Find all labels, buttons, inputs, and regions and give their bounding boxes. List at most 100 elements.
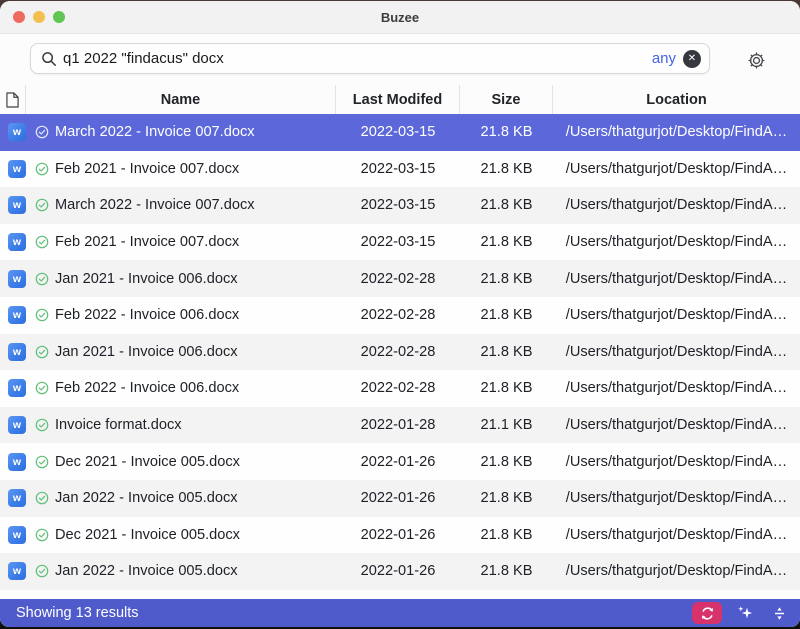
search-box: any ✕ — [30, 43, 710, 74]
file-icon-cell: w — [0, 233, 26, 251]
ai-sparkles-button[interactable] — [734, 602, 756, 624]
table-row[interactable]: w Jan 2022 - Invoice 005.docx 2022-01-26… — [0, 480, 800, 517]
table-row[interactable]: w Dec 2021 - Invoice 005.docx 2022-01-26… — [0, 443, 800, 480]
column-header-location[interactable]: Location — [553, 85, 800, 114]
table-row[interactable]: w Invoice format.docx 2022-01-28 21.1 KB… — [0, 407, 800, 444]
traffic-lights — [13, 11, 65, 23]
modified-cell: 2022-01-26 — [336, 454, 460, 470]
scope-filter-link[interactable]: any — [652, 50, 676, 67]
search-input[interactable] — [57, 50, 652, 67]
file-name: March 2022 - Invoice 007.docx — [55, 197, 255, 213]
status-actions — [692, 602, 790, 624]
table-row[interactable]: w March 2022 - Invoice 007.docx 2022-03-… — [0, 114, 800, 151]
table-row[interactable]: w Jan 2021 - Invoice 006.docx 2022-02-28… — [0, 260, 800, 297]
size-cell: 21.8 KB — [460, 307, 553, 323]
word-docx-icon: w — [8, 270, 26, 288]
table-row[interactable]: w Feb 2021 - Invoice 007.docx 2022-03-15… — [0, 151, 800, 188]
table-header: Name Last Modifed Size Location — [0, 85, 800, 114]
table-row[interactable]: w Jan 2021 - Invoice 006.docx 2022-02-28… — [0, 334, 800, 371]
x-icon: ✕ — [688, 54, 696, 64]
location-cell: /Users/thatgurjot/Desktop/FindA… — [553, 380, 800, 396]
modified-cell: 2022-01-26 — [336, 490, 460, 506]
location-cell: /Users/thatgurjot/Desktop/FindA… — [553, 417, 800, 433]
refresh-button[interactable] — [692, 602, 722, 624]
word-docx-icon: w — [8, 489, 26, 507]
name-cell: Feb 2021 - Invoice 007.docx — [26, 161, 336, 177]
modified-cell: 2022-03-15 — [336, 234, 460, 250]
name-cell: Jan 2021 - Invoice 006.docx — [26, 271, 336, 287]
sparkles-icon — [737, 605, 753, 621]
app-window: Buzee any ✕ — [0, 1, 800, 627]
file-name: Dec 2021 - Invoice 005.docx — [55, 527, 240, 543]
minimize-window-button[interactable] — [33, 11, 45, 23]
document-icon — [6, 92, 19, 108]
file-icon-cell: w — [0, 562, 26, 580]
file-icon-cell: w — [0, 453, 26, 471]
column-header-size[interactable]: Size — [460, 85, 553, 114]
size-cell: 21.8 KB — [460, 490, 553, 506]
name-cell: Jan 2022 - Invoice 005.docx — [26, 490, 336, 506]
file-name: Jan 2022 - Invoice 005.docx — [55, 563, 238, 579]
name-cell: March 2022 - Invoice 007.docx — [26, 124, 336, 140]
table-footer-gap — [0, 590, 800, 599]
modified-cell: 2022-02-28 — [336, 307, 460, 323]
size-cell: 21.8 KB — [460, 161, 553, 177]
word-docx-icon: w — [8, 562, 26, 580]
results-count-text: Showing 13 results — [16, 605, 139, 621]
table-row[interactable]: w Feb 2022 - Invoice 006.docx 2022-02-28… — [0, 297, 800, 334]
zoom-window-button[interactable] — [53, 11, 65, 23]
status-bar: Showing 13 results — [0, 599, 800, 627]
name-cell: Dec 2021 - Invoice 005.docx — [26, 527, 336, 543]
word-docx-icon: w — [8, 343, 26, 361]
table-row[interactable]: w March 2022 - Invoice 007.docx 2022-03-… — [0, 187, 800, 224]
compact-view-button[interactable] — [768, 602, 790, 624]
size-cell: 21.8 KB — [460, 380, 553, 396]
name-cell: Feb 2021 - Invoice 007.docx — [26, 234, 336, 250]
word-docx-icon: w — [8, 160, 26, 178]
size-cell: 21.8 KB — [460, 344, 553, 360]
check-circle-icon — [35, 345, 49, 359]
file-icon-cell: w — [0, 489, 26, 507]
modified-cell: 2022-01-26 — [336, 563, 460, 579]
name-cell: Feb 2022 - Invoice 006.docx — [26, 307, 336, 323]
column-header-name[interactable]: Name — [26, 85, 336, 114]
file-icon-cell: w — [0, 343, 26, 361]
check-circle-icon — [35, 272, 49, 286]
file-icon-cell: w — [0, 196, 26, 214]
location-cell: /Users/thatgurjot/Desktop/FindA… — [553, 271, 800, 287]
file-icon-cell: w — [0, 416, 26, 434]
check-circle-icon — [35, 455, 49, 469]
word-docx-icon: w — [8, 123, 26, 141]
size-cell: 21.8 KB — [460, 197, 553, 213]
table-row[interactable]: w Feb 2022 - Invoice 006.docx 2022-02-28… — [0, 370, 800, 407]
table-row[interactable]: w Dec 2021 - Invoice 005.docx 2022-01-26… — [0, 517, 800, 554]
file-icon-cell: w — [0, 306, 26, 324]
name-cell: March 2022 - Invoice 007.docx — [26, 197, 336, 213]
sync-icon — [700, 606, 715, 621]
check-circle-icon — [35, 491, 49, 505]
modified-cell: 2022-02-28 — [336, 380, 460, 396]
title-bar: Buzee — [0, 1, 800, 34]
size-cell: 21.1 KB — [460, 417, 553, 433]
close-window-button[interactable] — [13, 11, 25, 23]
file-name: Feb 2021 - Invoice 007.docx — [55, 161, 239, 177]
column-header-modified[interactable]: Last Modifed — [336, 85, 460, 114]
file-name: Jan 2021 - Invoice 006.docx — [55, 344, 238, 360]
table-row[interactable]: w Feb 2021 - Invoice 007.docx 2022-03-15… — [0, 224, 800, 261]
table-row[interactable]: w Jan 2022 - Invoice 005.docx 2022-01-26… — [0, 553, 800, 590]
check-circle-icon — [35, 528, 49, 542]
location-cell: /Users/thatgurjot/Desktop/FindA… — [553, 234, 800, 250]
check-circle-icon — [35, 418, 49, 432]
file-name: Feb 2022 - Invoice 006.docx — [55, 307, 239, 323]
size-cell: 21.8 KB — [460, 234, 553, 250]
location-cell: /Users/thatgurjot/Desktop/FindA… — [553, 344, 800, 360]
modified-cell: 2022-01-28 — [336, 417, 460, 433]
column-header-filetype[interactable] — [0, 85, 26, 114]
check-circle-icon — [35, 198, 49, 212]
settings-button[interactable] — [745, 49, 767, 71]
clear-search-button[interactable]: ✕ — [683, 50, 701, 68]
size-cell: 21.8 KB — [460, 563, 553, 579]
name-cell: Feb 2022 - Invoice 006.docx — [26, 380, 336, 396]
modified-cell: 2022-03-15 — [336, 124, 460, 140]
word-docx-icon: w — [8, 453, 26, 471]
